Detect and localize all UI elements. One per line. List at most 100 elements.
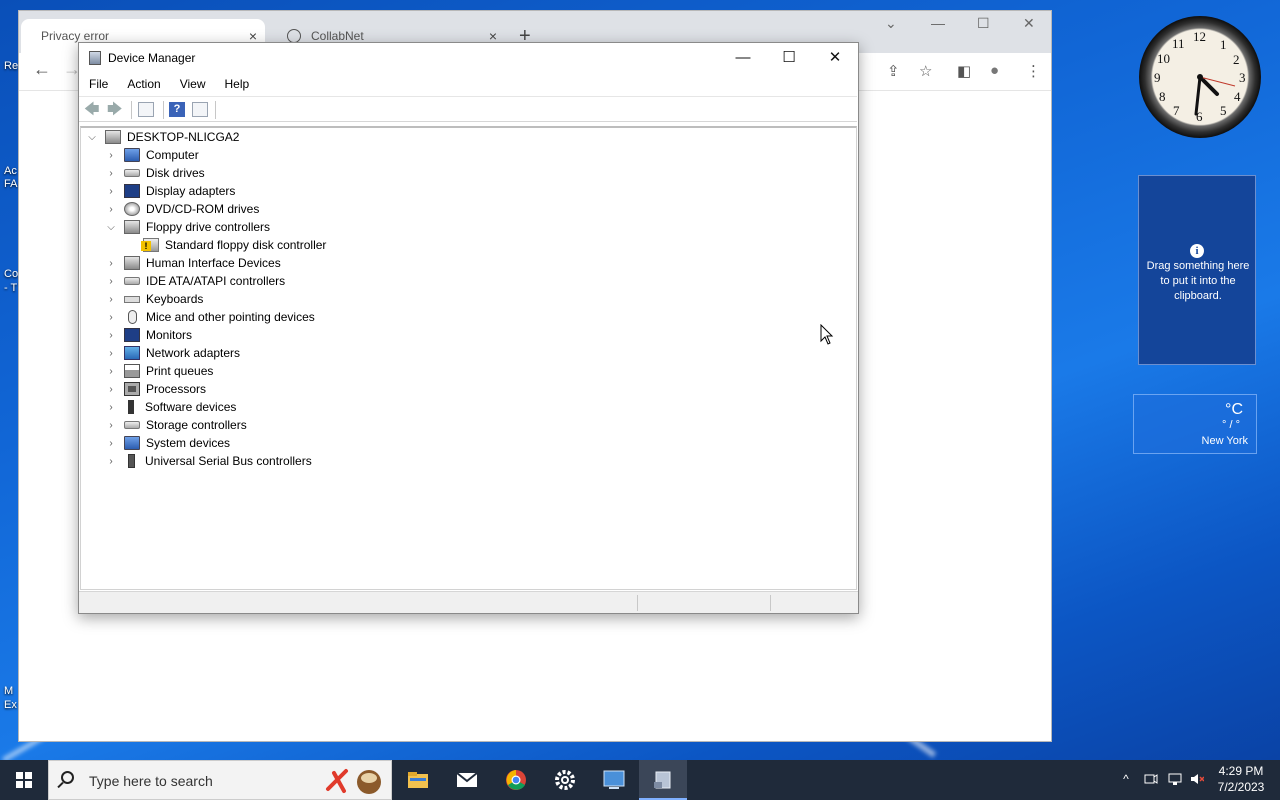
clock-time: 4:29 PM [1218,764,1264,778]
back-arrow-icon[interactable]: 🡄 [84,102,100,117]
processor-icon [124,382,140,396]
desktop-icon-label[interactable]: Co [4,268,18,280]
tree-item-disk-drives[interactable]: › Disk drives [106,164,204,182]
toolbar-separator [163,101,164,119]
tree-item-processors[interactable]: › Processors [106,380,206,398]
menu-action[interactable]: Action [117,73,169,95]
tree-item-label: IDE ATA/ATAPI controllers [146,274,286,288]
tree-item-label: Keyboards [146,292,204,306]
taskbar-clock[interactable]: 4:29 PM 7/2/2023 [1212,763,1270,795]
taskbar: Type here to search ^ 4:29 PM 7/2/2023 [0,760,1280,800]
desktop-icon-label[interactable]: - T [4,282,17,294]
chevron-right-icon[interactable]: › [106,168,116,179]
chevron-down-icon[interactable]: ⌵ [106,222,116,233]
chevron-right-icon[interactable]: › [106,186,116,197]
title-bar[interactable]: Device Manager — ☐ ✕ [79,43,858,73]
device-manager-window: Device Manager — ☐ ✕ File Action View He… [78,42,859,614]
tree-item-keyboards[interactable]: › Keyboards [106,290,203,308]
maximize-button[interactable]: ☐ [767,47,811,71]
network-adapter-icon [124,346,140,360]
desktop-icon-label[interactable]: Ex [4,699,17,711]
chevron-right-icon[interactable]: › [106,402,116,413]
folder-icon [408,772,428,788]
menu-file[interactable]: File [79,73,117,95]
close-button[interactable]: ✕ [1023,15,1035,32]
chevron-right-icon[interactable]: › [106,438,116,449]
usb-icon [128,454,135,468]
root-label: DESKTOP-NLICGA2 [127,130,240,144]
clipboard-gadget[interactable]: i Drag something here to put it into the… [1138,175,1256,365]
chevron-right-icon[interactable]: › [106,150,116,161]
meet-now-icon[interactable] [1144,772,1158,786]
tree-item-human-interface-devices[interactable]: › Human Interface Devices [106,254,281,272]
chevron-right-icon[interactable]: › [106,204,116,215]
taskbar-chrome[interactable] [492,760,540,800]
search-placeholder: Type here to search [89,773,213,789]
taskbar-settings[interactable] [541,760,589,800]
forward-arrow-icon[interactable]: 🡆 [107,102,123,117]
properties-icon[interactable] [192,102,208,117]
bookmark-star-icon[interactable]: ☆ [919,62,932,80]
tree-item-monitors[interactable]: › Monitors [106,326,192,344]
tree-item-ide-ata-atapi-controllers[interactable]: › IDE ATA/ATAPI controllers [106,272,285,290]
chevron-down-icon[interactable]: ⌵ [87,132,97,143]
storage-controller-icon [124,421,140,429]
start-button[interactable] [0,760,48,800]
tree-item-network-adapters[interactable]: › Network adapters [106,344,240,362]
tree-item-system-devices[interactable]: › System devices [106,434,230,452]
chevron-right-icon[interactable]: › [106,294,116,305]
chevron-right-icon[interactable]: › [106,348,116,359]
tree-item-computer[interactable]: › Computer [106,146,199,164]
chevron-right-icon[interactable]: › [106,258,116,269]
tree-root[interactable]: ⌵ DESKTOP-NLICGA2 [87,128,239,146]
weather-gadget[interactable]: °C ° / ° New York [1133,394,1257,454]
chevron-right-icon[interactable]: › [106,312,116,323]
menu-view[interactable]: View [170,73,215,95]
menu-help[interactable]: Help [215,73,259,95]
tree-item-mice[interactable]: › Mice and other pointing devices [106,308,315,326]
taskbar-remote-desktop[interactable] [590,760,638,800]
hid-icon [124,256,140,270]
tree-item-usb-controllers[interactable]: › Universal Serial Bus controllers [106,452,312,470]
chevron-right-icon[interactable]: › [106,384,116,395]
close-button[interactable]: ✕ [813,47,857,71]
taskbar-file-explorer[interactable] [394,760,442,800]
show-hide-console-tree-icon[interactable] [138,102,154,117]
show-hidden-icons-chevron[interactable]: ^ [1119,772,1133,786]
window-title: Device Manager [108,51,196,65]
tree-item-software-devices[interactable]: › Software devices [106,398,236,416]
tree-item-display-adapters[interactable]: › Display adapters [106,182,235,200]
keyboard-icon [124,295,140,303]
network-icon[interactable] [1168,772,1182,786]
maximize-button[interactable]: ☐ [977,15,990,32]
desktop-icon-label[interactable]: Re [4,60,18,72]
windows-logo-icon [16,772,32,788]
tree-item-print-queues[interactable]: › Print queues [106,362,213,380]
taskbar-mail[interactable] [443,760,491,800]
back-icon[interactable]: ← [33,59,51,80]
chevron-right-icon[interactable]: › [106,366,116,377]
volume-muted-icon[interactable] [1190,772,1204,786]
minimize-button[interactable]: — [721,47,765,71]
tab-search-icon[interactable]: ⌄ [885,15,897,32]
desktop-icon-label[interactable]: M [4,685,13,697]
help-icon[interactable]: ? [169,102,185,117]
chevron-right-icon[interactable]: › [106,420,116,431]
tree-item-dvd-cd-rom-drives[interactable]: › DVD/CD-ROM drives [106,200,259,218]
share-icon[interactable]: ⇪ [887,62,900,80]
taskbar-device-manager[interactable] [639,760,687,800]
desktop-icon-label[interactable]: Ac [4,165,17,177]
side-panel-icon[interactable]: ◧ [957,62,971,80]
desktop-icon-label[interactable]: FA [4,178,17,190]
clock-gadget[interactable]: 12 1 2 3 4 5 6 7 8 9 10 11 [1139,16,1261,138]
tree-item-floppy-drive-controllers[interactable]: ⌵ Floppy drive controllers [106,218,270,236]
search-box[interactable]: Type here to search [48,760,392,800]
profile-icon[interactable]: ● [990,62,999,79]
chevron-right-icon[interactable]: › [106,456,116,467]
tree-item-storage-controllers[interactable]: › Storage controllers [106,416,246,434]
tree-item-standard-floppy-disk-controller[interactable]: Standard floppy disk controller [141,236,326,254]
menu-icon[interactable]: ⋮ [1026,62,1041,80]
minimize-button[interactable]: — [931,15,945,31]
chevron-right-icon[interactable]: › [106,276,116,287]
chevron-right-icon[interactable]: › [106,330,116,341]
